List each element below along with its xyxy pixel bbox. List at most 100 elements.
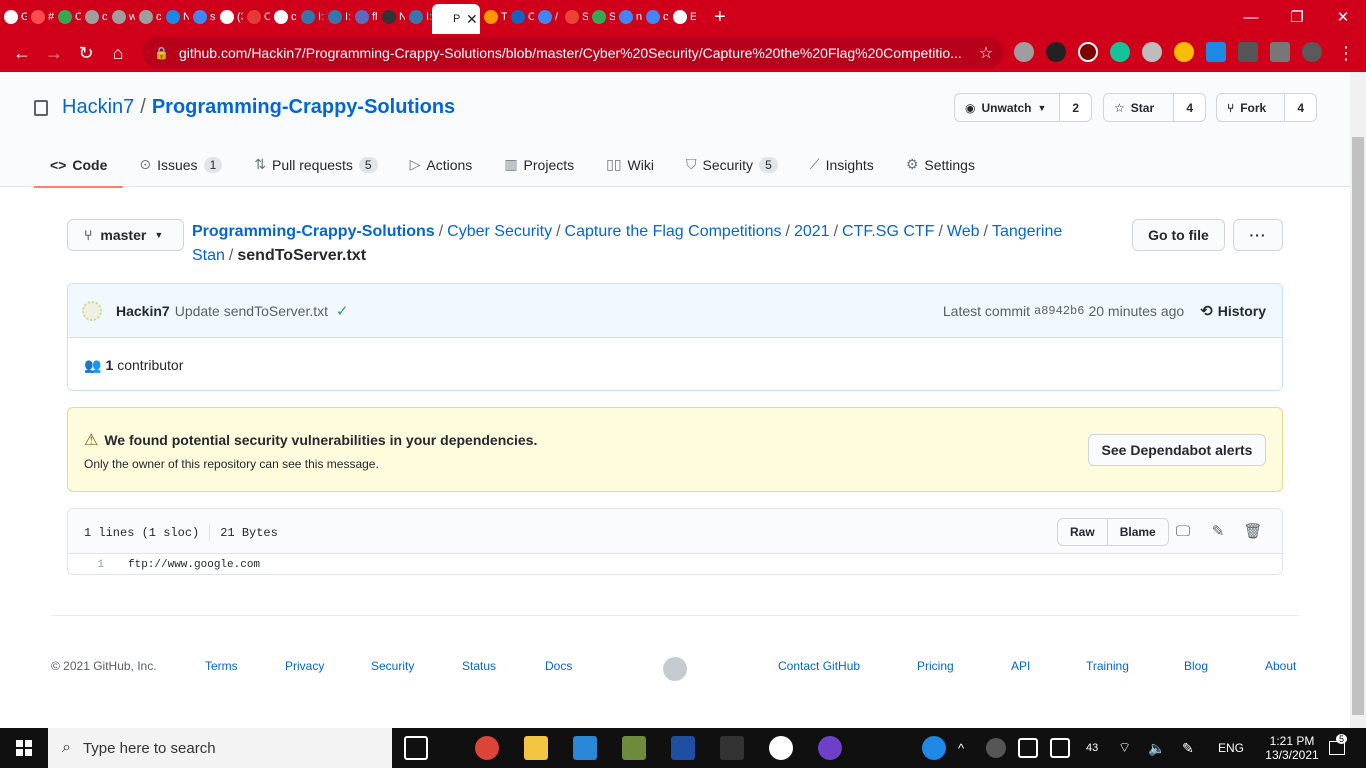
clock[interactable]: 1:21 PM 13/3/2021 — [1262, 728, 1322, 768]
browser-tab[interactable]: C — [54, 0, 81, 34]
commit-author-link[interactable]: Hackin7 — [116, 303, 170, 319]
check-icon[interactable]: ✓ — [336, 302, 349, 320]
wifi-icon[interactable]: ⌔ — [1118, 728, 1131, 768]
repo-name-link[interactable]: Programming-Crappy-Solutions — [152, 96, 455, 119]
watchers-count[interactable]: 2 — [1060, 94, 1091, 121]
back-arrow-icon[interactable]: ← — [6, 37, 38, 69]
browser-tab[interactable]: I: — [297, 0, 324, 34]
footer-link-about[interactable]: About — [1265, 659, 1296, 673]
contributors-row[interactable]: 👥 1 contributor — [68, 338, 1282, 390]
footer-link-privacy[interactable]: Privacy — [285, 659, 324, 673]
help-icon[interactable] — [922, 736, 946, 760]
github-desktop-icon[interactable] — [818, 736, 842, 760]
browser-tab[interactable]: (3 — [216, 0, 243, 34]
footer-link-contact[interactable]: Contact GitHub — [778, 659, 860, 673]
browser-tab[interactable]: C — [507, 0, 534, 34]
browser-tab[interactable]: E — [669, 0, 696, 34]
forks-count[interactable]: 4 — [1285, 94, 1316, 121]
battery-saver-icon[interactable] — [1050, 738, 1070, 758]
browser-tab[interactable]: c — [270, 0, 297, 34]
minimize-button[interactable]: — — [1228, 0, 1274, 34]
breadcrumb-link[interactable]: Capture the Flag Competitions — [565, 223, 782, 240]
media-controls-icon[interactable] — [1270, 42, 1290, 62]
star-bookmark-icon[interactable]: ☆ — [970, 37, 1002, 69]
control-panel-icon[interactable] — [573, 736, 597, 760]
steam-icon[interactable] — [986, 738, 1006, 758]
mask-extension-icon[interactable] — [1046, 42, 1066, 62]
grammarly-extension-icon[interactable] — [1110, 42, 1130, 62]
windows-start-icon[interactable] — [0, 728, 48, 768]
line-number[interactable]: 1 — [68, 559, 108, 571]
browser-menu-icon[interactable]: ⋮ — [1330, 37, 1362, 69]
footer-link-pricing[interactable]: Pricing — [917, 659, 954, 673]
see-dependabot-alerts-button[interactable]: See Dependabot alerts — [1088, 434, 1266, 466]
go-to-file-button[interactable]: Go to file — [1132, 219, 1225, 251]
commit-message-link[interactable]: Update sendToServer.txt — [175, 303, 328, 319]
puzzle-extensions-icon[interactable] — [1238, 42, 1258, 62]
vimium-extension-icon[interactable] — [1142, 42, 1162, 62]
battery-level[interactable]: 43 — [1086, 728, 1098, 768]
close-window-button[interactable]: ✕ — [1320, 0, 1366, 34]
pen-icon[interactable]: ✎ — [1182, 728, 1194, 768]
commit-sha-link[interactable]: a8942b6 — [1034, 304, 1084, 318]
tl-extension-icon[interactable] — [1206, 42, 1226, 62]
tab-projects[interactable]: ▥ Projects — [488, 142, 590, 187]
footer-link-training[interactable]: Training — [1086, 659, 1129, 673]
unwatch-button[interactable]: ◉ Unwatch ▼ 2 — [954, 93, 1092, 122]
browser-tab[interactable]: I: — [324, 0, 351, 34]
breadcrumb-link[interactable]: Cyber Security — [447, 223, 552, 240]
tab-security[interactable]: ⛉ Security 5 — [670, 142, 794, 187]
ublock-extension-icon[interactable] — [1078, 42, 1098, 62]
task-view-icon[interactable] — [404, 736, 428, 760]
new-tab-button[interactable]: + — [714, 6, 726, 29]
page-scrollbar[interactable] — [1350, 72, 1366, 728]
tab-wiki[interactable]: ▯▯ Wiki — [590, 142, 670, 187]
address-bar[interactable]: 🔒 github.com/Hackin7/Programming-Crappy-… — [142, 37, 1004, 68]
footer-link-terms[interactable]: Terms — [205, 659, 238, 673]
browser-tab[interactable]: S — [588, 0, 615, 34]
browser-tab[interactable]: T — [480, 0, 507, 34]
screen-tray-icon[interactable] — [1018, 738, 1038, 758]
volume-icon[interactable]: 🔈 — [1148, 728, 1165, 768]
author-avatar[interactable] — [82, 300, 102, 321]
github-mark-icon[interactable] — [663, 657, 687, 681]
browser-tab[interactable]: S — [561, 0, 588, 34]
scrollbar-thumb[interactable] — [1352, 137, 1364, 715]
tab-pull-requests[interactable]: ⇅ Pull requests 5 — [238, 142, 393, 187]
raw-button[interactable]: Raw — [1058, 519, 1107, 545]
footer-link-security[interactable]: Security — [371, 659, 414, 673]
browser-tab[interactable]: c — [135, 0, 162, 34]
browser-tab[interactable]: / — [534, 0, 561, 34]
file-explorer-icon[interactable] — [524, 736, 548, 760]
browser-tab[interactable]: c — [81, 0, 108, 34]
powershell-icon[interactable] — [671, 736, 695, 760]
chrome-taskbar-icon[interactable] — [475, 736, 499, 760]
browser-tab[interactable]: N — [162, 0, 189, 34]
tab-actions[interactable]: ▷ Actions — [394, 142, 489, 187]
footer-link-status[interactable]: Status — [462, 659, 496, 673]
browser-tab[interactable]: G — [0, 0, 27, 34]
kali-icon[interactable] — [720, 736, 744, 760]
history-link[interactable]: ⟲ History — [1200, 302, 1266, 320]
breadcrumb-link[interactable]: Programming-Crappy-Solutions — [192, 223, 435, 240]
repo-owner-link[interactable]: Hackin7 — [62, 96, 134, 119]
browser-tab[interactable]: fl — [351, 0, 378, 34]
forward-arrow-icon[interactable]: → — [38, 37, 70, 69]
profile-avatar[interactable] — [1302, 42, 1322, 62]
browser-tab[interactable]: # — [27, 0, 54, 34]
footer-link-api[interactable]: API — [1011, 659, 1030, 673]
breadcrumb-link[interactable]: Web — [947, 223, 980, 240]
tab-settings[interactable]: ⚙ Settings — [890, 142, 991, 187]
more-options-button[interactable]: ··· — [1233, 219, 1283, 251]
footer-link-docs[interactable]: Docs — [545, 659, 572, 673]
blame-button[interactable]: Blame — [1106, 519, 1168, 545]
tab-code[interactable]: <> Code — [34, 142, 124, 188]
stars-count[interactable]: 4 — [1174, 94, 1205, 121]
language-indicator[interactable]: ENG — [1218, 728, 1244, 768]
pencil-icon[interactable]: ✎ — [1209, 522, 1227, 540]
maximize-button[interactable]: ❐ — [1274, 0, 1320, 34]
app-icon[interactable] — [769, 736, 793, 760]
show-hidden-icons-icon[interactable]: ^ — [958, 728, 964, 768]
fork-button[interactable]: ⑂ Fork 4 — [1216, 93, 1317, 122]
browser-tab[interactable]: w — [108, 0, 135, 34]
